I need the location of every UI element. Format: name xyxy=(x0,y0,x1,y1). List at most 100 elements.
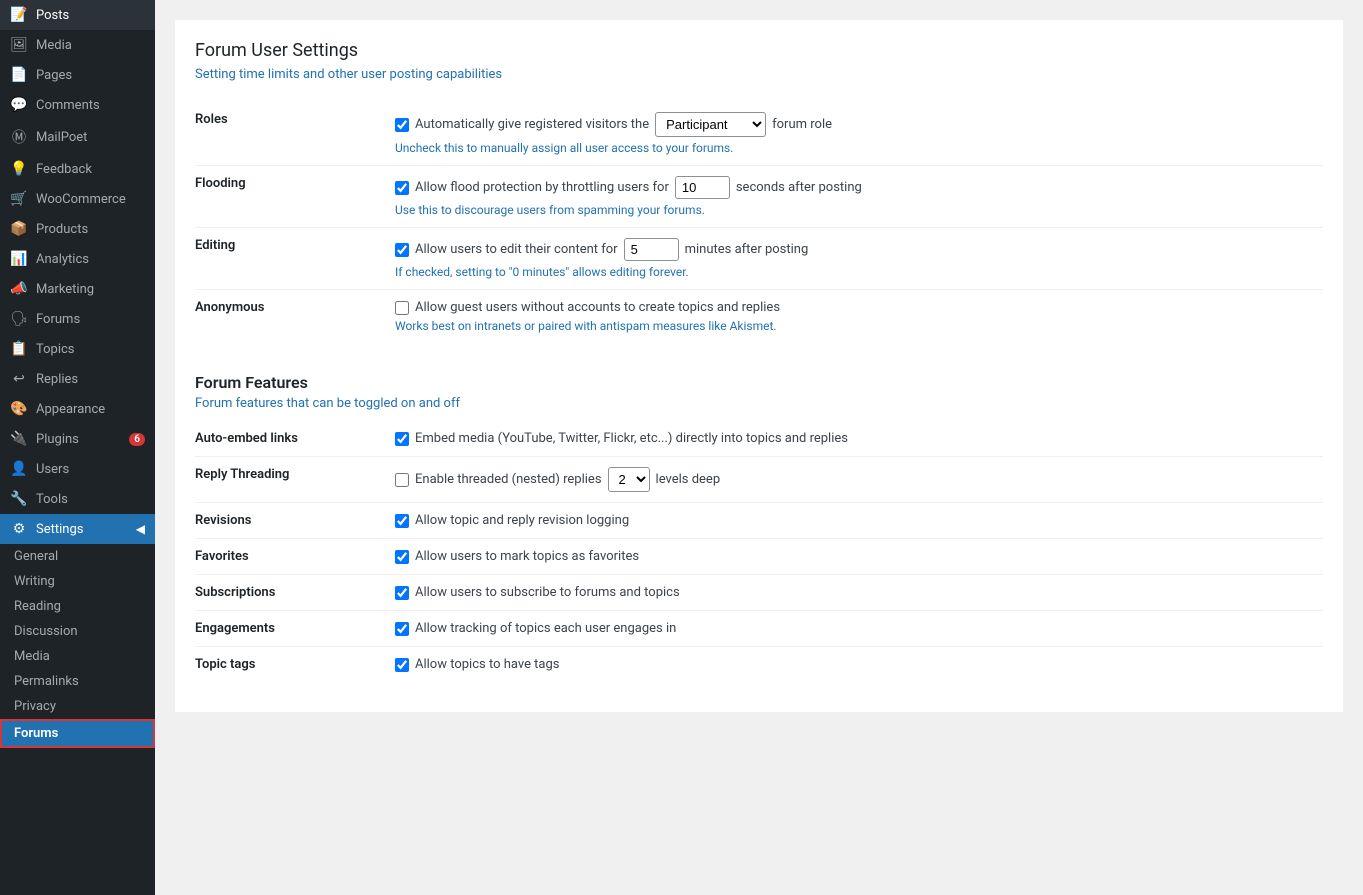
submenu-forums[interactable]: Forums xyxy=(0,719,155,748)
sidebar-item-users[interactable]: 👤 Users xyxy=(0,454,155,484)
sidebar-item-label: Analytics xyxy=(36,252,89,267)
sidebar-item-settings[interactable]: ⚙ Settings ◀ xyxy=(0,514,155,544)
sidebar-item-label: Users xyxy=(36,462,69,477)
features-title: Forum Features xyxy=(195,363,1323,392)
sidebar-item-analytics[interactable]: 📊 Analytics xyxy=(0,244,155,274)
sidebar: 📝 Posts 🖼 Media 📄 Pages 💬 Comments Ⓜ Mai… xyxy=(0,0,155,895)
anonymous-text: Allow guest users without accounts to cr… xyxy=(415,300,780,315)
sidebar-item-label: Plugins xyxy=(36,432,79,447)
flooding-input[interactable] xyxy=(675,176,730,199)
engagements-checkbox-label: Allow tracking of topics each user engag… xyxy=(395,621,1323,636)
favorites-row: Favorites Allow users to mark topics as … xyxy=(195,539,1323,575)
engagements-checkbox[interactable] xyxy=(395,622,409,636)
subscriptions-text: Allow users to subscribe to forums and t… xyxy=(415,585,680,600)
roles-dropdown[interactable]: Participant Subscriber Contributor Autho… xyxy=(655,112,766,137)
sidebar-item-feedback[interactable]: 💡 Feedback xyxy=(0,154,155,184)
flooding-text2: seconds after posting xyxy=(736,180,862,195)
topictags-text: Allow topics to have tags xyxy=(415,657,560,672)
revisions-row: Revisions Allow topic and reply revision… xyxy=(195,503,1323,539)
engagements-label: Engagements xyxy=(195,611,395,647)
pages-icon: 📄 xyxy=(10,67,28,83)
submenu-writing[interactable]: Writing xyxy=(0,569,155,594)
sidebar-item-comments[interactable]: 💬 Comments xyxy=(0,90,155,120)
sidebar-item-forums[interactable]: 🗣 Forums xyxy=(0,304,155,334)
subscriptions-checkbox[interactable] xyxy=(395,586,409,600)
sidebar-item-label: MailPoet xyxy=(36,130,87,145)
favorites-checkbox-label: Allow users to mark topics as favorites xyxy=(395,549,1323,564)
editing-row: Editing Allow users to edit their conten… xyxy=(195,228,1323,290)
flooding-hint: Use this to discourage users from spammi… xyxy=(395,203,1323,217)
editing-input[interactable] xyxy=(624,238,679,261)
sidebar-item-posts[interactable]: 📝 Posts xyxy=(0,0,155,30)
sidebar-item-plugins[interactable]: 🔌 Plugins 6 xyxy=(0,424,155,454)
editing-hint: If checked, setting to "0 minutes" allow… xyxy=(395,265,1323,279)
submenu-reading[interactable]: Reading xyxy=(0,594,155,619)
sidebar-item-media[interactable]: 🖼 Media xyxy=(0,30,155,60)
comments-icon: 💬 xyxy=(10,97,28,113)
topics-icon: 📋 xyxy=(10,341,28,357)
favorites-checkbox[interactable] xyxy=(395,550,409,564)
flooding-row: Flooding Allow flood protection by throt… xyxy=(195,166,1323,228)
subscriptions-value: Allow users to subscribe to forums and t… xyxy=(395,575,1323,611)
woocommerce-icon: 🛒 xyxy=(10,191,28,207)
roles-checkbox[interactable] xyxy=(395,118,409,132)
sidebar-item-label: Posts xyxy=(36,8,69,23)
autoembed-value: Embed media (YouTube, Twitter, Flickr, e… xyxy=(395,421,1323,457)
anonymous-checkbox[interactable] xyxy=(395,301,409,315)
replies-icon: ↩ xyxy=(10,371,28,387)
sidebar-item-woocommerce[interactable]: 🛒 WooCommerce xyxy=(0,184,155,214)
submenu-privacy[interactable]: Privacy xyxy=(0,694,155,719)
revisions-label: Revisions xyxy=(195,503,395,539)
engagements-row: Engagements Allow tracking of topics eac… xyxy=(195,611,1323,647)
sidebar-item-label: Products xyxy=(36,222,88,237)
sidebar-item-products[interactable]: 📦 Products xyxy=(0,214,155,244)
features-table: Auto-embed links Embed media (YouTube, T… xyxy=(195,421,1323,682)
replythreading-label: Reply Threading xyxy=(195,457,395,503)
sidebar-item-topics[interactable]: 📋 Topics xyxy=(0,334,155,364)
settings-arrow: ◀ xyxy=(136,522,145,536)
roles-row: Roles Automatically give registered visi… xyxy=(195,102,1323,166)
anonymous-hint: Works best on intranets or paired with a… xyxy=(395,319,1323,333)
editing-text2: minutes after posting xyxy=(685,242,809,257)
flooding-label: Flooding xyxy=(195,166,395,228)
sidebar-item-label: Appearance xyxy=(36,402,105,417)
topictags-label: Topic tags xyxy=(195,647,395,683)
flooding-checkbox[interactable] xyxy=(395,181,409,195)
settings-panel: Forum User Settings Setting time limits … xyxy=(175,20,1343,712)
submenu-media[interactable]: Media xyxy=(0,644,155,669)
user-settings-table: Roles Automatically give registered visi… xyxy=(195,102,1323,343)
revisions-checkbox[interactable] xyxy=(395,514,409,528)
autoembed-checkbox-label: Embed media (YouTube, Twitter, Flickr, e… xyxy=(395,431,1323,446)
page-subtitle: Setting time limits and other user posti… xyxy=(195,67,1323,82)
flooding-text1: Allow flood protection by throttling use… xyxy=(415,180,669,195)
submenu-permalinks[interactable]: Permalinks xyxy=(0,669,155,694)
sidebar-item-pages[interactable]: 📄 Pages xyxy=(0,60,155,90)
submenu-discussion[interactable]: Discussion xyxy=(0,619,155,644)
sidebar-item-label: Pages xyxy=(36,68,72,83)
editing-row-flex: Allow users to edit their content for mi… xyxy=(395,238,1323,261)
topictags-row: Topic tags Allow topics to have tags xyxy=(195,647,1323,683)
replythreading-checkbox[interactable] xyxy=(395,473,409,487)
replythreading-value: Enable threaded (nested) replies 1 2 3 4… xyxy=(395,457,1323,503)
replythreading-dropdown[interactable]: 1 2 3 4 5 xyxy=(608,467,650,492)
appearance-icon: 🎨 xyxy=(10,401,28,417)
sidebar-item-appearance[interactable]: 🎨 Appearance xyxy=(0,394,155,424)
replythreading-row: Reply Threading Enable threaded (nested)… xyxy=(195,457,1323,503)
sidebar-item-mailpoet[interactable]: Ⓜ MailPoet xyxy=(0,120,155,154)
editing-checkbox[interactable] xyxy=(395,243,409,257)
sidebar-item-marketing[interactable]: 📣 Marketing xyxy=(0,274,155,304)
sidebar-item-replies[interactable]: ↩ Replies xyxy=(0,364,155,394)
autoembed-checkbox[interactable] xyxy=(395,432,409,446)
marketing-icon: 📣 xyxy=(10,281,28,297)
sidebar-item-tools[interactable]: 🔧 Tools xyxy=(0,484,155,514)
sidebar-item-label: WooCommerce xyxy=(36,192,126,207)
roles-row-flex: Automatically give registered visitors t… xyxy=(395,112,1323,137)
sidebar-item-label: Feedback xyxy=(36,162,92,177)
anonymous-row: Anonymous Allow guest users without acco… xyxy=(195,290,1323,344)
topictags-checkbox[interactable] xyxy=(395,658,409,672)
roles-label: Roles xyxy=(195,102,395,166)
subscriptions-row: Subscriptions Allow users to subscribe t… xyxy=(195,575,1323,611)
autoembed-row: Auto-embed links Embed media (YouTube, T… xyxy=(195,421,1323,457)
anonymous-label: Anonymous xyxy=(195,290,395,344)
submenu-general[interactable]: General xyxy=(0,544,155,569)
